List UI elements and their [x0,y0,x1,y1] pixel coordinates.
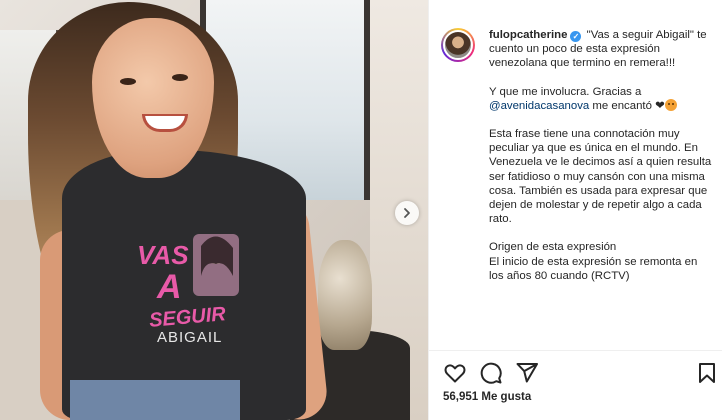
print-text-3: SEGUIR [148,303,227,332]
background-lamp [318,240,372,350]
caption-p4-body: El inicio de esta expresión se remonta e… [489,255,698,282]
print-text-1: VAS [137,240,189,270]
eye-right [172,74,188,81]
caption-p2-end: me encantó ❤ [589,99,665,112]
caption-p2-text: Y que me involucra. Gracias a [489,85,642,98]
avatar-image [443,30,473,60]
mention-link[interactable]: @avenidacasanova [489,100,589,112]
post-side-panel: fulopcatherine ✓ "Vas a seguir Abigail" t… [428,0,722,420]
send-icon[interactable] [515,361,539,385]
caption-p4-heading: Origen de esta expresión [489,241,617,254]
caption-paragraph-3: Esta frase tiene una connotación muy pec… [489,128,712,226]
print-text-4: ABIGAIL [157,329,222,346]
carousel-next-button[interactable] [395,201,419,225]
heart-icon[interactable] [443,361,467,385]
likes-count[interactable]: 56,951 Me gusta [443,391,531,403]
caption-paragraph-2: Y que me involucra. Gracias a @avenidaca… [489,85,713,113]
post-photo[interactable]: VAS A SEGUIR ABIGAIL [0,0,428,420]
print-text-2: A [156,268,182,306]
jeans [70,380,240,420]
post-actions-bar [429,350,722,420]
avatar[interactable] [441,28,475,62]
chevron-right-icon [404,208,410,218]
username-link[interactable]: fulopcatherine [489,29,567,41]
eye-left [120,78,136,85]
caption-area: fulopcatherine ✓ "Vas a seguir Abigail" t… [429,0,722,350]
comment-icon[interactable] [479,361,503,385]
bookmark-icon[interactable] [695,361,719,385]
shirt-print: VAS A SEGUIR ABIGAIL [137,234,239,346]
verified-badge-icon: ✓ [570,31,582,42]
caption-text: fulopcatherine ✓ "Vas a seguir Abigail" t… [489,28,713,350]
caption-intro-paragraph: fulopcatherine ✓ "Vas a seguir Abigail" t… [489,28,713,71]
smiling-face-icon [664,98,677,111]
caption-paragraph-4: Origen de esta expresión El inicio de es… [489,240,713,283]
